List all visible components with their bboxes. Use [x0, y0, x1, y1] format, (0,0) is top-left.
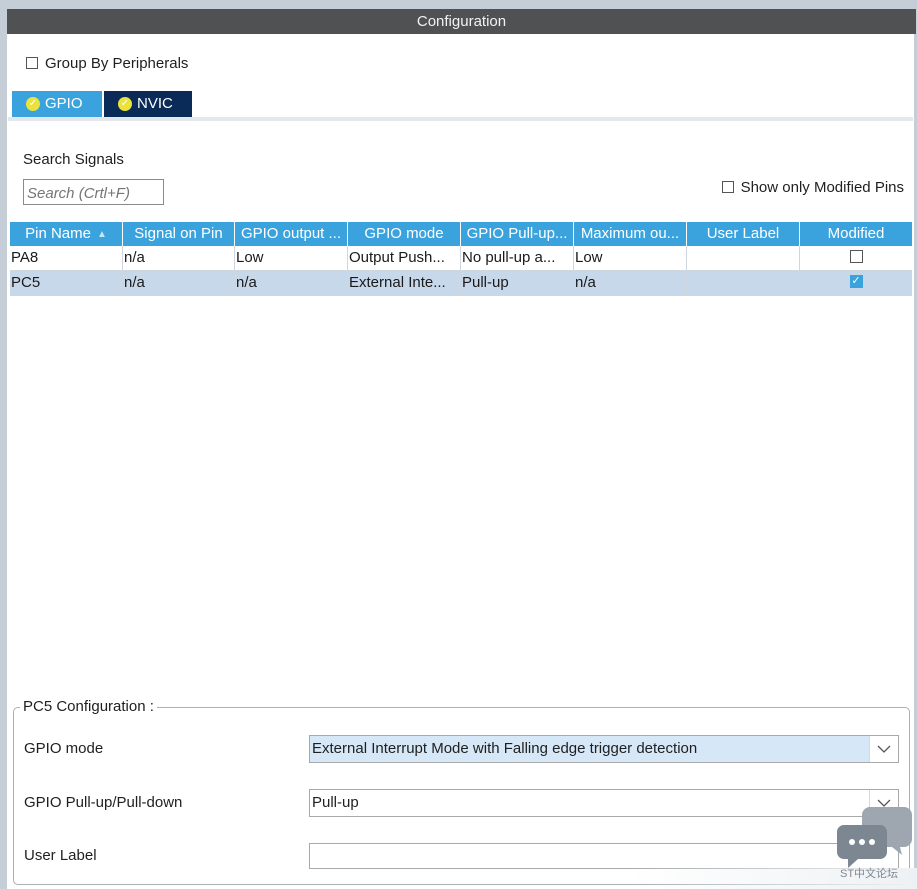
column-header-signal-on-pin[interactable]: Signal on Pin: [123, 222, 235, 246]
cell-signal-on-pin: n/a: [123, 246, 235, 270]
pin-configuration-panel: PC5 Configuration : GPIO mode External I…: [13, 698, 910, 885]
cell-user-label: [687, 271, 800, 295]
modified-checkbox[interactable]: ✓: [849, 275, 863, 289]
watermark-text: ST中文论坛: [840, 868, 899, 880]
column-header-gpio-mode[interactable]: GPIO mode: [348, 222, 461, 246]
cell-gpio-pull: No pull-up a...: [461, 246, 574, 270]
gpio-mode-select[interactable]: External Interrupt Mode with Falling edg…: [309, 735, 899, 763]
table-row[interactable]: PA8 n/a Low Output Push... No pull-up a.…: [10, 246, 912, 271]
tab-divider: [8, 117, 913, 121]
check-circle-icon: ✓: [118, 97, 132, 111]
tab-nvic[interactable]: ✓ NVIC: [104, 91, 192, 117]
gpio-pull-select[interactable]: Pull-up: [309, 789, 899, 817]
group-by-peripherals-label: Group By Peripherals: [45, 55, 189, 72]
check-circle-icon: ✓: [26, 97, 40, 111]
cell-gpio-pull: Pull-up: [461, 271, 574, 295]
gpio-mode-label: GPIO mode: [24, 740, 104, 757]
column-header-gpio-pull[interactable]: GPIO Pull-up...: [461, 222, 574, 246]
cell-gpio-output: Low: [235, 246, 348, 270]
pin-table: Pin Name ▲ Signal on Pin GPIO output ... …: [10, 222, 912, 296]
window-left-border: [0, 0, 7, 889]
show-modified-pins-label: Show only Modified Pins: [740, 179, 904, 196]
chevron-down-icon[interactable]: [869, 736, 898, 762]
column-header-user-label[interactable]: User Label: [687, 222, 800, 246]
modified-checkbox[interactable]: [849, 250, 863, 264]
user-label-label: User Label: [24, 847, 97, 864]
cell-user-label: [687, 246, 800, 270]
cell-gpio-mode: External Inte...: [348, 271, 461, 295]
tab-gpio[interactable]: ✓ GPIO: [12, 91, 102, 117]
window-title: Configuration: [7, 9, 916, 34]
window-top-border: [0, 0, 917, 9]
cell-pin-name: PA8: [10, 246, 123, 270]
tab-gpio-label: GPIO: [45, 95, 83, 112]
sort-ascending-icon: ▲: [96, 229, 107, 240]
cell-maximum-output-speed: Low: [574, 246, 687, 270]
search-signals-input[interactable]: [23, 179, 164, 205]
column-header-maximum-output-speed[interactable]: Maximum ou...: [574, 222, 687, 246]
column-header-modified[interactable]: Modified: [800, 222, 912, 246]
cell-gpio-mode: Output Push...: [348, 246, 461, 270]
pin-table-header: Pin Name ▲ Signal on Pin GPIO output ... …: [10, 222, 912, 246]
cell-gpio-output: n/a: [235, 271, 348, 295]
cell-pin-name: PC5: [10, 271, 123, 295]
tab-nvic-label: NVIC: [137, 95, 173, 112]
gpio-pull-value: Pull-up: [312, 794, 359, 811]
column-header-gpio-output[interactable]: GPIO output ...: [235, 222, 348, 246]
user-label-input[interactable]: [309, 843, 899, 869]
pin-configuration-title: PC5 Configuration :: [20, 698, 157, 716]
cell-modified: ✓: [800, 271, 912, 295]
cell-maximum-output-speed: n/a: [574, 271, 687, 295]
cell-modified: [800, 246, 912, 270]
show-modified-pins-option[interactable]: Show only Modified Pins: [721, 178, 904, 198]
configuration-window: Configuration Group By Peripherals ✓ GPI…: [0, 0, 917, 889]
group-by-peripherals-checkbox[interactable]: [26, 56, 38, 69]
show-modified-pins-checkbox[interactable]: [721, 180, 734, 193]
group-by-peripherals-option[interactable]: Group By Peripherals: [26, 54, 188, 74]
column-header-pin-name[interactable]: Pin Name ▲: [10, 222, 123, 246]
cell-signal-on-pin: n/a: [123, 271, 235, 295]
gpio-pull-label: GPIO Pull-up/Pull-down: [24, 794, 183, 811]
table-row[interactable]: PC5 n/a n/a External Inte... Pull-up n/a…: [10, 271, 912, 296]
gpio-mode-value: External Interrupt Mode with Falling edg…: [312, 740, 698, 757]
search-signals-label: Search Signals: [23, 151, 124, 168]
